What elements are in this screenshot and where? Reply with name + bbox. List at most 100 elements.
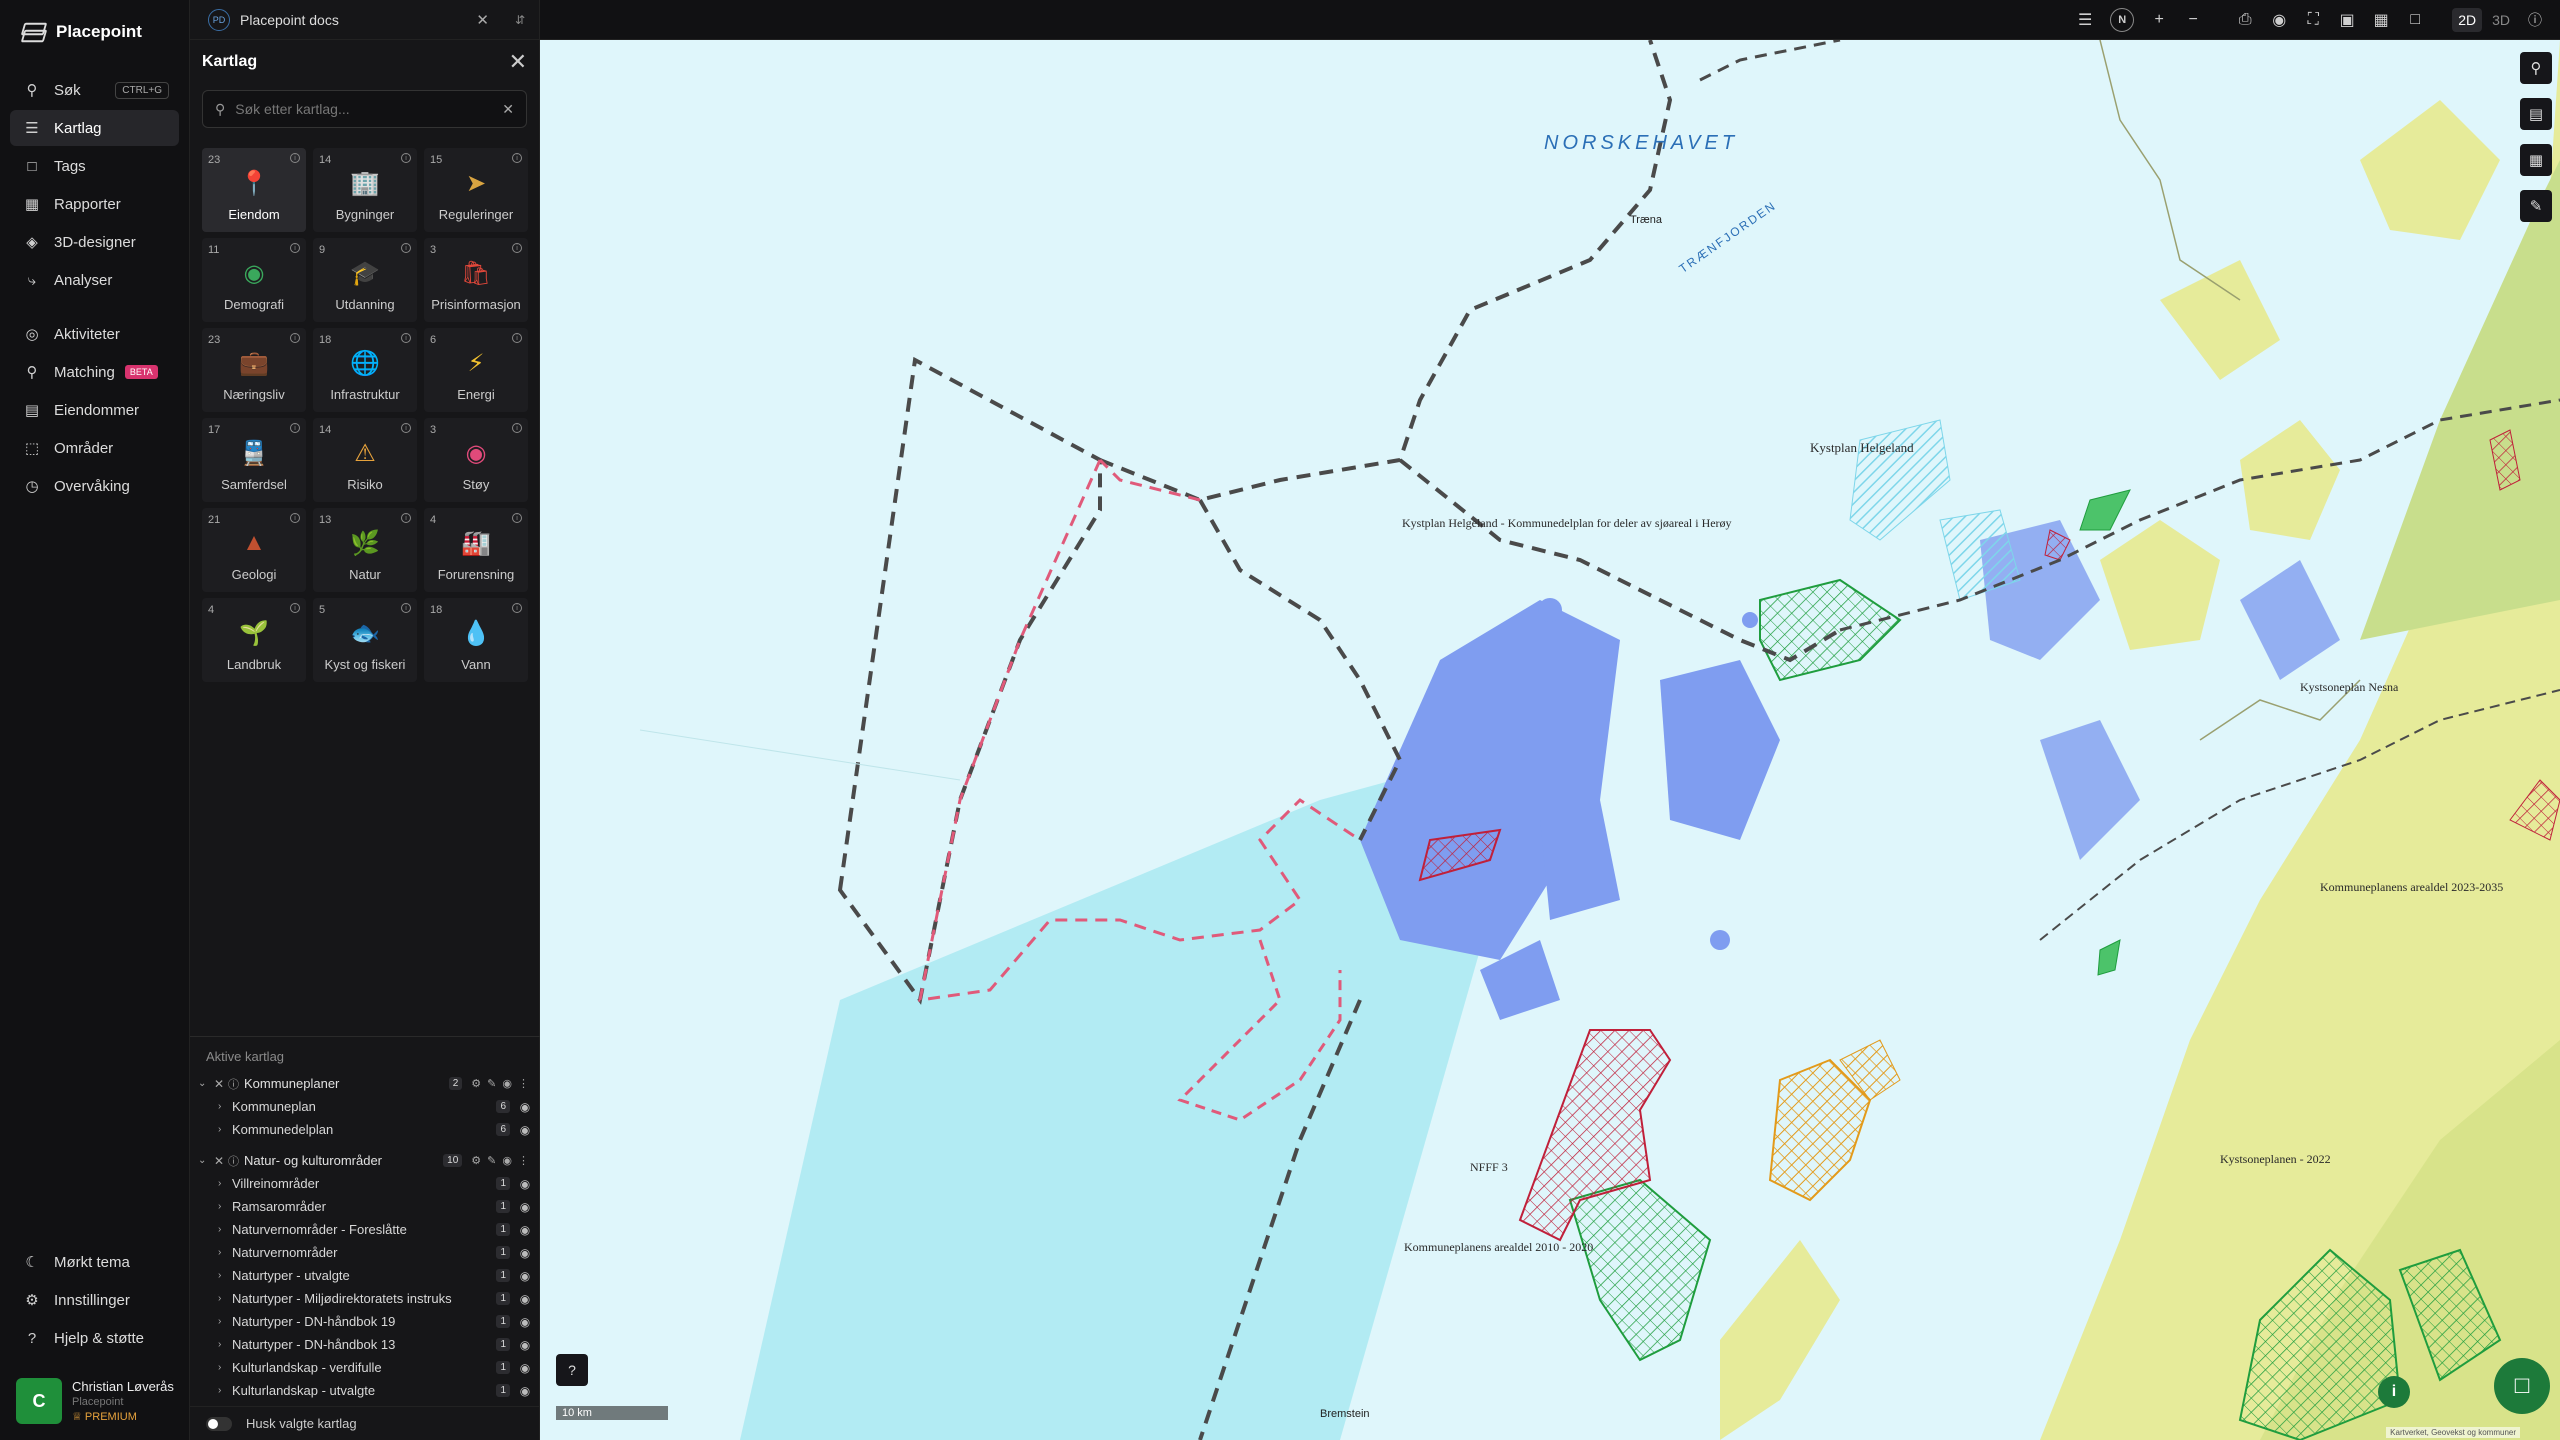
north-compass-button[interactable]: N xyxy=(2110,7,2135,32)
edit-icon[interactable]: ✎ xyxy=(487,1154,496,1167)
document-bar[interactable]: PD Placepoint docs ✕ ⇵ xyxy=(190,0,539,40)
nav-item-sok[interactable]: ⚲ Søk CTRL+G xyxy=(10,72,179,108)
eye-icon[interactable]: ◉ xyxy=(518,1361,532,1375)
layers-stack-icon[interactable]: ☰ xyxy=(2070,5,2100,35)
nav-item-rapporter[interactable]: ▦ Rapporter xyxy=(10,186,179,222)
info-icon[interactable]: i xyxy=(512,423,522,433)
layer-row[interactable]: › Naturvernområder 1 ◉ xyxy=(190,1241,540,1264)
more-icon[interactable]: ⋮ xyxy=(518,1077,529,1090)
mode-2d-button[interactable]: 2D xyxy=(2452,7,2483,32)
settings-icon[interactable]: ⚙ xyxy=(471,1077,481,1090)
chevron-right-icon[interactable]: › xyxy=(218,1362,232,1373)
chevron-right-icon[interactable]: › xyxy=(218,1224,232,1235)
eye-icon[interactable]: ◉ xyxy=(2264,5,2294,35)
category-tile[interactable]: 21 i ▲ Geologi xyxy=(202,508,306,592)
category-tile[interactable]: 9 i 🎓 Utdanning xyxy=(313,238,417,322)
eye-icon[interactable]: ◉ xyxy=(518,1123,532,1137)
info-icon[interactable]: i xyxy=(401,423,411,433)
layer-row[interactable]: › Naturvernområder - Foreslåtte 1 ◉ xyxy=(190,1218,540,1241)
zoom-in-icon[interactable]: + xyxy=(2144,5,2174,35)
nav-item-3d-designer[interactable]: ◈ 3D-designer xyxy=(10,224,179,260)
remove-icon[interactable]: ✕ xyxy=(214,1077,228,1091)
magnify-icon[interactable]: ⚲ xyxy=(2520,52,2552,84)
info-icon[interactable]: i xyxy=(401,513,411,523)
info-icon[interactable]: i xyxy=(512,243,522,253)
eye-icon[interactable]: ◉ xyxy=(518,1384,532,1398)
edit-icon[interactable]: ✎ xyxy=(487,1077,496,1090)
chevron-right-icon[interactable]: › xyxy=(218,1124,232,1135)
chevron-right-icon[interactable]: › xyxy=(218,1385,232,1396)
info-icon[interactable]: i xyxy=(401,603,411,613)
layer-search-input[interactable] xyxy=(235,101,493,117)
more-icon[interactable]: ⋮ xyxy=(518,1154,529,1167)
layer-row[interactable]: › Naturtyper - Miljødirektoratets instruk… xyxy=(190,1287,540,1310)
draw-icon[interactable]: ✎ xyxy=(2520,190,2552,222)
remember-layers[interactable]: Husk valgte kartlag xyxy=(190,1406,540,1440)
info-icon[interactable]: i xyxy=(290,243,300,253)
category-tile[interactable]: 14 i 🏢 Bygninger xyxy=(313,148,417,232)
user-card[interactable]: C Christian Løverås Placepoint ♕ PREMIUM xyxy=(0,1364,190,1440)
chevron-right-icon[interactable]: › xyxy=(218,1270,232,1281)
category-tile[interactable]: 14 i ⚠ Risiko xyxy=(313,418,417,502)
layer-row[interactable]: › Naturtyper - utvalgte 1 ◉ xyxy=(190,1264,540,1287)
info-icon[interactable]: i xyxy=(290,333,300,343)
layer-row[interactable]: › Kommunedelplan 6 ◉ xyxy=(190,1118,540,1141)
chevron-right-icon[interactable]: › xyxy=(218,1201,232,1212)
info-icon[interactable]: i xyxy=(512,603,522,613)
close-panel-icon[interactable]: ✕ xyxy=(509,49,527,75)
eye-icon[interactable]: ◉ xyxy=(518,1100,532,1114)
chevron-down-icon[interactable]: ⌄ xyxy=(198,1155,210,1166)
chevron-right-icon[interactable]: › xyxy=(218,1247,232,1258)
chat-icon[interactable]: □ xyxy=(2494,1358,2550,1414)
info-icon[interactable]: i xyxy=(290,153,300,163)
nav-item-overvaking[interactable]: ◷ Overvåking xyxy=(10,468,179,504)
eye-icon[interactable]: ◉ xyxy=(518,1269,532,1283)
zoom-out-icon[interactable]: − xyxy=(2178,5,2208,35)
eye-icon[interactable]: ◉ xyxy=(518,1338,532,1352)
category-tile[interactable]: 5 i 🐟 Kyst og fiskeri xyxy=(313,598,417,682)
info-circle-icon[interactable]: ⓘ xyxy=(2520,5,2550,35)
eye-icon[interactable]: ◉ xyxy=(518,1177,532,1191)
chevron-right-icon[interactable]: › xyxy=(218,1178,232,1189)
nav-item-aktiviteter[interactable]: ◎ Aktiviteter xyxy=(10,316,179,352)
layer-row[interactable]: › Ramsarområder 1 ◉ xyxy=(190,1195,540,1218)
brand[interactable]: Placepoint xyxy=(0,0,189,64)
layer-row[interactable]: › Naturtyper - DN-håndbok 19 1 ◉ xyxy=(190,1310,540,1333)
nav-item-matching[interactable]: ⚲ Matching BETA xyxy=(10,354,179,390)
eye-icon[interactable]: ◉ xyxy=(502,1154,512,1167)
category-tile[interactable]: 3 i 🛍 Prisinformasjon xyxy=(424,238,528,322)
eye-icon[interactable]: ◉ xyxy=(518,1315,532,1329)
category-tile[interactable]: 15 i ➤ Reguleringer xyxy=(424,148,528,232)
map-canvas[interactable]: NORSKEHAVET Træna TRÆNFJORDEN Kystplan H… xyxy=(540,40,2560,1440)
chevron-down-icon[interactable]: ⌄ xyxy=(198,1078,210,1089)
print-icon[interactable]: ⎙ xyxy=(2230,5,2260,35)
info-icon[interactable]: i xyxy=(2378,1376,2410,1408)
clear-icon[interactable]: ✕ xyxy=(502,101,514,118)
info-icon[interactable]: i xyxy=(290,423,300,433)
info-icon[interactable]: ⓘ xyxy=(228,1153,242,1169)
category-tile[interactable]: 4 i 🏭 Forurensning xyxy=(424,508,528,592)
info-icon[interactable]: i xyxy=(401,243,411,253)
layer-row[interactable]: › Kommuneplan 6 ◉ xyxy=(190,1095,540,1118)
mode-3d-button[interactable]: 3D xyxy=(2486,8,2516,32)
bar-chart-icon[interactable]: ▦ xyxy=(2520,144,2552,176)
category-tile[interactable]: 18 i 🌐 Infrastruktur xyxy=(313,328,417,412)
layer-row[interactable]: › Villreinområder 1 ◉ xyxy=(190,1172,540,1195)
nav-item-omrader[interactable]: ⬚ Områder xyxy=(10,430,179,466)
camera-icon[interactable]: ▣ xyxy=(2332,5,2362,35)
layer-group-header[interactable]: ⌄ ✕ ⓘ Kommuneplaner 2 ⚙ ✎ ◉ ⋮ xyxy=(190,1072,540,1095)
category-tile[interactable]: 6 i ⚡ Energi xyxy=(424,328,528,412)
settings-icon[interactable]: ⚙ xyxy=(471,1154,481,1167)
info-icon[interactable]: i xyxy=(512,513,522,523)
fullscreen-icon[interactable]: ⛶ xyxy=(2298,5,2328,35)
category-tile[interactable]: 11 i ◉ Demografi xyxy=(202,238,306,322)
info-icon[interactable]: i xyxy=(401,333,411,343)
category-tile[interactable]: 23 i 💼 Næringsliv xyxy=(202,328,306,412)
eye-icon[interactable]: ◉ xyxy=(518,1292,532,1306)
chevron-right-icon[interactable]: › xyxy=(218,1339,232,1350)
category-tile[interactable]: 23 i 📍 Eiendom xyxy=(202,148,306,232)
info-icon[interactable]: ⓘ xyxy=(228,1076,242,1092)
info-icon[interactable]: i xyxy=(401,153,411,163)
chevron-right-icon[interactable]: › xyxy=(218,1101,232,1112)
layer-row[interactable]: › Kulturlandskap - utvalgte 1 ◉ xyxy=(190,1379,540,1402)
